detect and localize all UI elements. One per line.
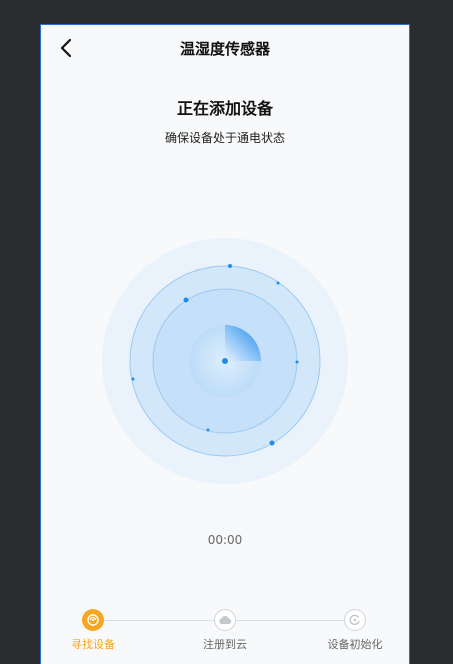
search-device-icon xyxy=(82,609,104,631)
radar-center-dot xyxy=(222,358,228,364)
header: 温湿度传感器 xyxy=(41,25,409,71)
step-label: 注册到云 xyxy=(203,638,247,651)
status-subtitle: 确保设备处于通电状态 xyxy=(164,131,285,145)
page-title: 温湿度传感器 xyxy=(179,40,270,58)
radar-dot xyxy=(131,377,135,381)
radar-dot xyxy=(183,297,189,303)
step-device-init: 设备初始化 xyxy=(310,609,400,652)
status-title: 正在添加设备 xyxy=(176,99,273,118)
elapsed-timer: 00:00 xyxy=(207,533,243,547)
refresh-icon xyxy=(344,609,366,631)
radar-dot xyxy=(276,281,280,285)
radar-dot xyxy=(269,440,275,446)
step-find-device: 寻找设备 xyxy=(48,609,138,652)
step-label: 寻找设备 xyxy=(71,638,115,651)
radar-scan-animation xyxy=(102,238,348,484)
step-label: 设备初始化 xyxy=(327,638,383,651)
radar-dot xyxy=(295,360,299,364)
radar-dot xyxy=(228,264,232,268)
app-screen: 温湿度传感器 正在添加设备 确保设备处于通电状态 00:00 寻找设备 注册到云… xyxy=(40,24,410,664)
progress-steps: 寻找设备 注册到云 设备初始化 xyxy=(41,605,409,664)
step-register-cloud: 注册到云 xyxy=(180,609,270,652)
radar-dot xyxy=(206,428,210,432)
cloud-icon xyxy=(214,609,236,631)
